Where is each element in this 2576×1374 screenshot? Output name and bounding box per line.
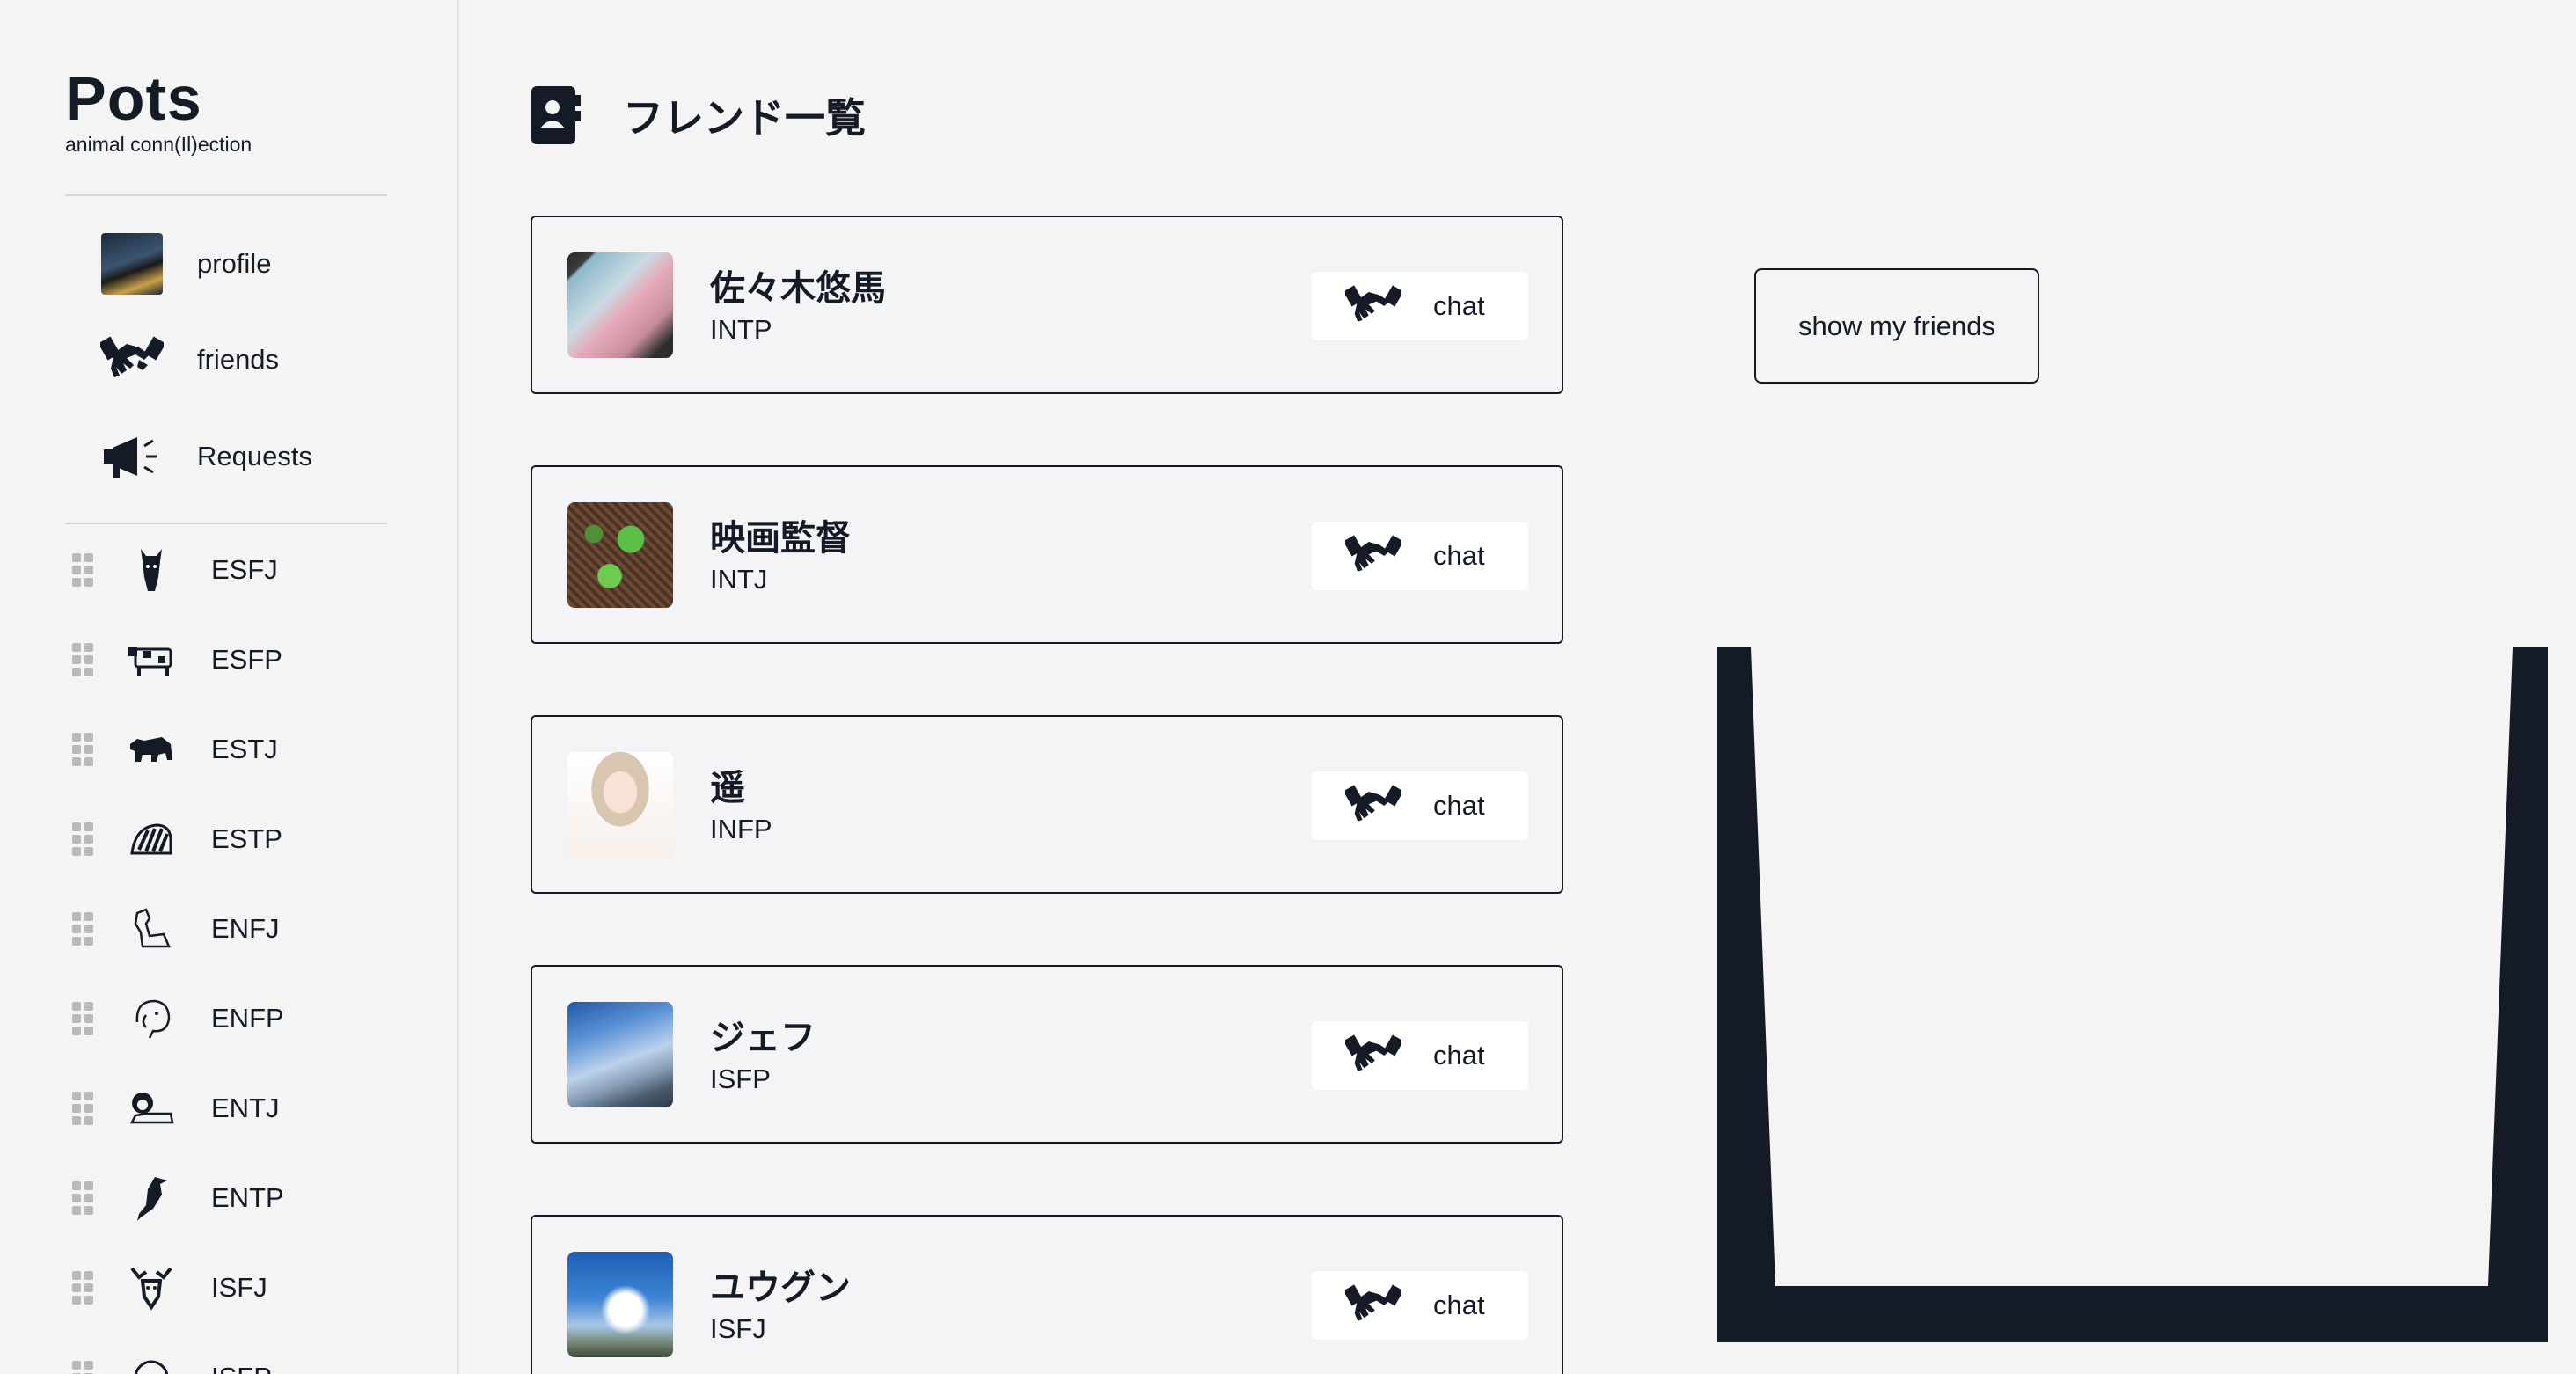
animal-label: ESTJ xyxy=(211,734,278,764)
friend-name: 佐々木悠馬 xyxy=(710,269,886,308)
sidebar-divider xyxy=(65,523,387,524)
friend-type: ISFP xyxy=(710,1063,771,1094)
friend-card: ジェフ ISFP chat xyxy=(531,965,1563,1144)
friend-name: ジェフ xyxy=(710,1019,816,1057)
handshake-icon xyxy=(1345,1284,1401,1321)
lion-icon xyxy=(125,1082,178,1135)
chat-button[interactable]: chat xyxy=(1312,522,1528,590)
animal-row-enfp[interactable]: ENFP xyxy=(65,979,387,1058)
drag-handle-icon[interactable] xyxy=(72,912,93,946)
app-root: Pots animal conn(Il)ection profile frien… xyxy=(0,0,2576,1374)
chat-label: chat xyxy=(1433,290,1485,321)
horse-icon xyxy=(125,544,178,596)
animal-label: ESFP xyxy=(211,644,282,675)
sidebar: Pots animal conn(Il)ection profile frien… xyxy=(0,0,459,1374)
drag-handle-icon[interactable] xyxy=(72,733,93,766)
friend-photo xyxy=(567,752,673,858)
animal-label: ISFP xyxy=(211,1362,272,1374)
friend-card: 映画監督 INTJ chat xyxy=(531,465,1563,644)
friend-type: INFP xyxy=(710,814,772,844)
brand-title: Pots xyxy=(65,64,202,133)
animal-row-estj[interactable]: ESTJ xyxy=(65,710,387,789)
animal-row-esfj[interactable]: ESFJ xyxy=(65,530,387,610)
animal-label: ESTP xyxy=(211,823,282,854)
cow-icon xyxy=(125,633,178,686)
page-title: フレンド一覧 xyxy=(623,95,866,141)
friend-photo xyxy=(567,1002,673,1107)
animal-label: ENFJ xyxy=(211,913,280,944)
drag-handle-icon[interactable] xyxy=(72,553,93,587)
brand-subtitle: animal conn(Il)ection xyxy=(65,133,252,156)
animal-row-entj[interactable]: ENTJ xyxy=(65,1069,387,1148)
handshake-icon xyxy=(1345,535,1401,572)
animal-label: ISFJ xyxy=(211,1272,267,1303)
pot-container xyxy=(1717,647,2548,1342)
profile-photo xyxy=(99,232,165,296)
friend-card: 佐々木悠馬 INTP chat xyxy=(531,216,1563,394)
chat-label: chat xyxy=(1433,1040,1485,1071)
drag-handle-icon[interactable] xyxy=(72,1361,93,1374)
chat-label: chat xyxy=(1433,1290,1485,1320)
nav-item-label: profile xyxy=(197,248,272,279)
friend-photo xyxy=(567,252,673,358)
animal-row-esfp[interactable]: ESFP xyxy=(65,620,387,699)
animal-label: ESFJ xyxy=(211,554,278,585)
animal-label: ENFP xyxy=(211,1003,284,1034)
friend-card: 遥 INFP chat xyxy=(531,715,1563,894)
chat-label: chat xyxy=(1433,790,1485,821)
sidebar-divider xyxy=(65,194,387,196)
animal-row-enfj[interactable]: ENFJ xyxy=(65,889,387,968)
handshake-icon xyxy=(1345,285,1401,322)
nav-item-requests[interactable]: Requests xyxy=(65,414,387,499)
nav-item-label: Requests xyxy=(197,441,312,471)
handshake-icon xyxy=(1345,785,1401,822)
contact-book-icon xyxy=(531,86,581,144)
chat-button[interactable]: chat xyxy=(1312,272,1528,340)
friend-type: ISFJ xyxy=(710,1313,766,1344)
page-header: フレンド一覧 xyxy=(531,86,866,144)
friend-type: INTJ xyxy=(710,564,768,595)
avatar xyxy=(101,233,163,295)
bird-icon xyxy=(125,1172,178,1224)
sheep-icon xyxy=(125,1351,178,1374)
nav-item-profile[interactable]: profile xyxy=(65,222,387,306)
animal-label: ENTP xyxy=(211,1182,284,1213)
friend-photo xyxy=(567,502,673,608)
friend-name: 遥 xyxy=(710,769,745,808)
drag-handle-icon[interactable] xyxy=(72,1271,93,1305)
animal-row-isfj[interactable]: ISFJ xyxy=(65,1248,387,1327)
chat-button[interactable]: chat xyxy=(1312,1271,1528,1340)
drag-handle-icon[interactable] xyxy=(72,822,93,856)
friend-name: 映画監督 xyxy=(710,519,851,558)
friend-card: ユウグン ISFJ chat xyxy=(531,1215,1563,1374)
animal-row-isfp[interactable]: ISFP xyxy=(65,1338,387,1374)
animal-row-estp[interactable]: ESTP xyxy=(65,800,387,879)
zebra-icon xyxy=(125,813,178,866)
friend-name: ユウグン xyxy=(710,1268,851,1307)
drag-handle-icon[interactable] xyxy=(72,643,93,676)
drag-handle-icon[interactable] xyxy=(72,1092,93,1125)
handshake-icon xyxy=(1345,1034,1401,1071)
dog-icon xyxy=(125,903,178,955)
animal-label: ENTJ xyxy=(211,1093,280,1123)
megaphone-icon xyxy=(99,425,165,488)
elephant-icon xyxy=(125,992,178,1045)
nav-item-friends[interactable]: friends xyxy=(65,318,387,402)
friend-type: INTP xyxy=(710,314,772,345)
drag-handle-icon[interactable] xyxy=(72,1181,93,1215)
drag-handle-icon[interactable] xyxy=(72,1002,93,1035)
chat-button[interactable]: chat xyxy=(1312,771,1528,840)
nav-item-label: friends xyxy=(197,344,280,375)
deer-icon xyxy=(125,1261,178,1314)
animal-row-entp[interactable]: ENTP xyxy=(65,1158,387,1238)
chat-button[interactable]: chat xyxy=(1312,1021,1528,1090)
chat-label: chat xyxy=(1433,540,1485,571)
show-my-friends-button[interactable]: show my friends xyxy=(1754,268,2039,384)
friend-photo xyxy=(567,1252,673,1357)
handshake-icon xyxy=(99,328,165,391)
bear-icon xyxy=(125,723,178,776)
